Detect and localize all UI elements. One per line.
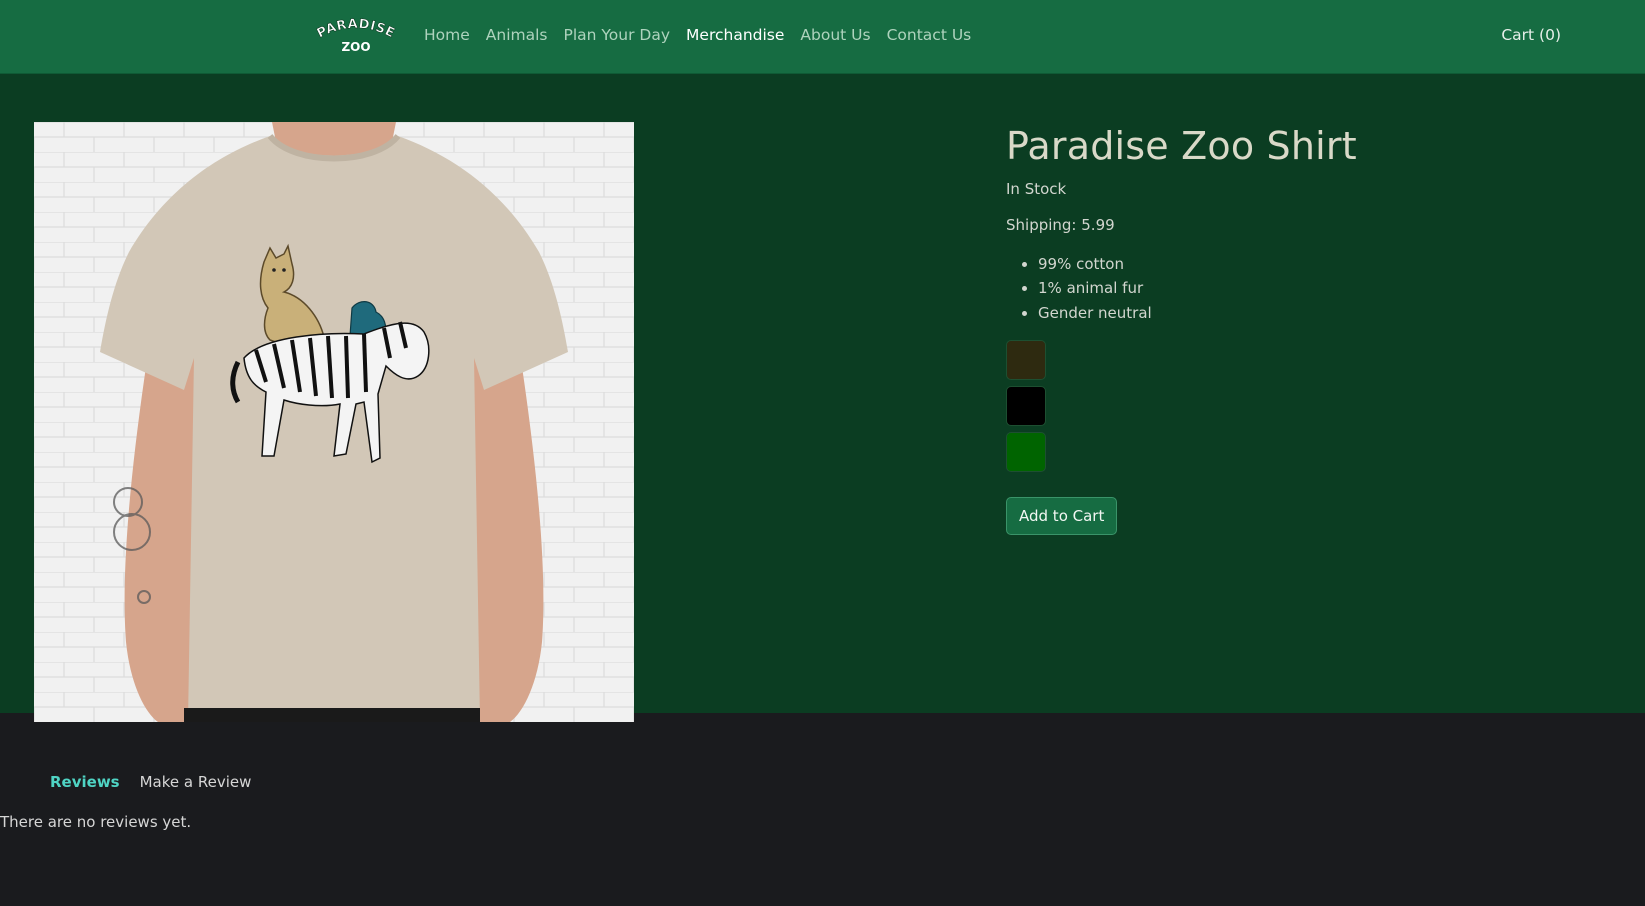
add-to-cart-button[interactable]: Add to Cart [1006, 497, 1118, 536]
shipping-cost: Shipping: 5.99 [1006, 215, 1115, 234]
product-info: Paradise Zoo Shirt In Stock Shipping: 5.… [1006, 122, 1566, 536]
nav-link-animals[interactable]: Animals [486, 26, 548, 44]
tab-reviews[interactable]: Reviews [50, 773, 120, 791]
svg-text:PARADISE: PARADISE [315, 17, 398, 42]
color-swatch-black[interactable] [1006, 386, 1046, 427]
color-swatches [1006, 340, 1566, 473]
nav-link-contact-us[interactable]: Contact Us [887, 26, 972, 44]
navbar: PARADISE ZOO Home Animals Plan Your Day … [0, 0, 1645, 74]
feature-item: Gender neutral [1038, 301, 1566, 326]
product-section: Paradise Zoo Shirt In Stock Shipping: 5.… [0, 74, 1645, 722]
shirt-illustration [34, 122, 634, 722]
svg-text:ZOO: ZOO [341, 40, 370, 54]
product-image [34, 122, 634, 722]
no-reviews-message: There are no reviews yet. [0, 813, 192, 831]
product-title: Paradise Zoo Shirt [1006, 124, 1357, 168]
cart-link[interactable]: Cart (0) [1501, 0, 1561, 70]
color-swatch-green[interactable] [1006, 432, 1046, 473]
stock-status: In Stock [1006, 179, 1067, 198]
feature-item: 99% cotton [1038, 252, 1566, 277]
nav-link-about-us[interactable]: About Us [800, 26, 870, 44]
paradise-zoo-logo[interactable]: PARADISE ZOO [312, 14, 400, 56]
feature-item: 1% animal fur [1038, 276, 1566, 301]
color-swatch-brown[interactable] [1006, 340, 1046, 381]
nav-link-plan-your-day[interactable]: Plan Your Day [564, 26, 671, 44]
reviews-section: Reviews Make a Review There are no revie… [0, 713, 1645, 906]
nav-link-home[interactable]: Home [424, 26, 470, 44]
review-tabs: Reviews Make a Review [50, 773, 251, 791]
nav-link-merchandise[interactable]: Merchandise [686, 26, 784, 44]
tab-make-a-review[interactable]: Make a Review [140, 773, 252, 791]
feature-list: 99% cotton 1% animal fur Gender neutral [1006, 252, 1566, 326]
main-nav: Home Animals Plan Your Day Merchandise A… [424, 0, 971, 70]
